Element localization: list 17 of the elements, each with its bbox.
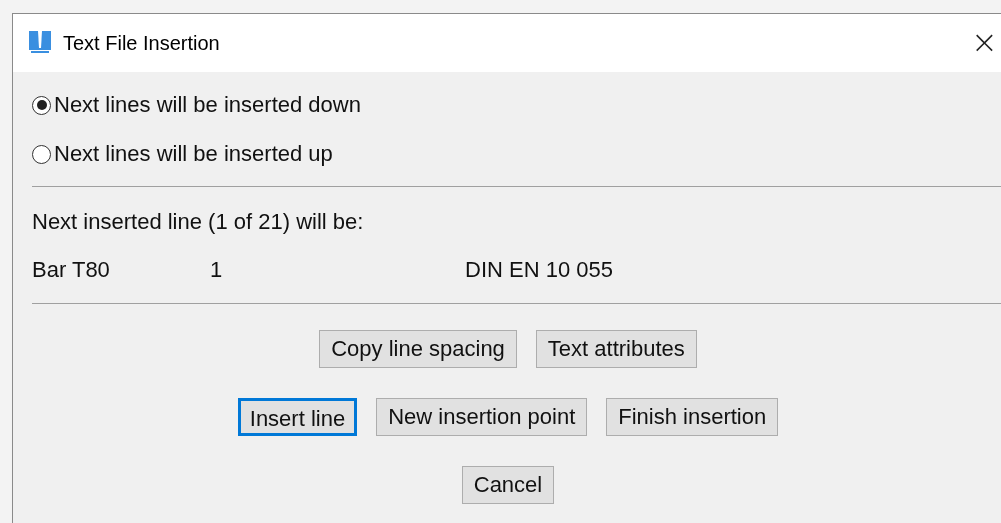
line-preview-text: DIN EN 10 055 [465,257,613,283]
app-logo-icon [29,31,51,55]
radio-button[interactable] [32,144,51,164]
line-preview-text: 1 [210,257,223,283]
dialog-button[interactable]: New insertion point [376,398,588,436]
next-line-label: Next inserted line (1 of 21) will be: [32,209,364,235]
radio-option[interactable]: Next lines will be inserted down [32,88,361,122]
radio-button[interactable] [32,95,51,115]
dialog-button[interactable]: Insert line [237,398,358,436]
close-button[interactable]: × [963,24,1001,60]
dialog-button[interactable]: Cancel [461,466,555,504]
dialog-button[interactable]: Copy line spacing [319,330,517,368]
radio-option[interactable]: Next lines will be inserted up [32,137,333,171]
dialog-button[interactable]: Finish insertion [606,398,779,436]
window-title: Text File Insertion [63,31,220,55]
line-preview-text: Bar T80 [32,257,110,283]
dialog-button[interactable]: Text attributes [535,330,697,368]
